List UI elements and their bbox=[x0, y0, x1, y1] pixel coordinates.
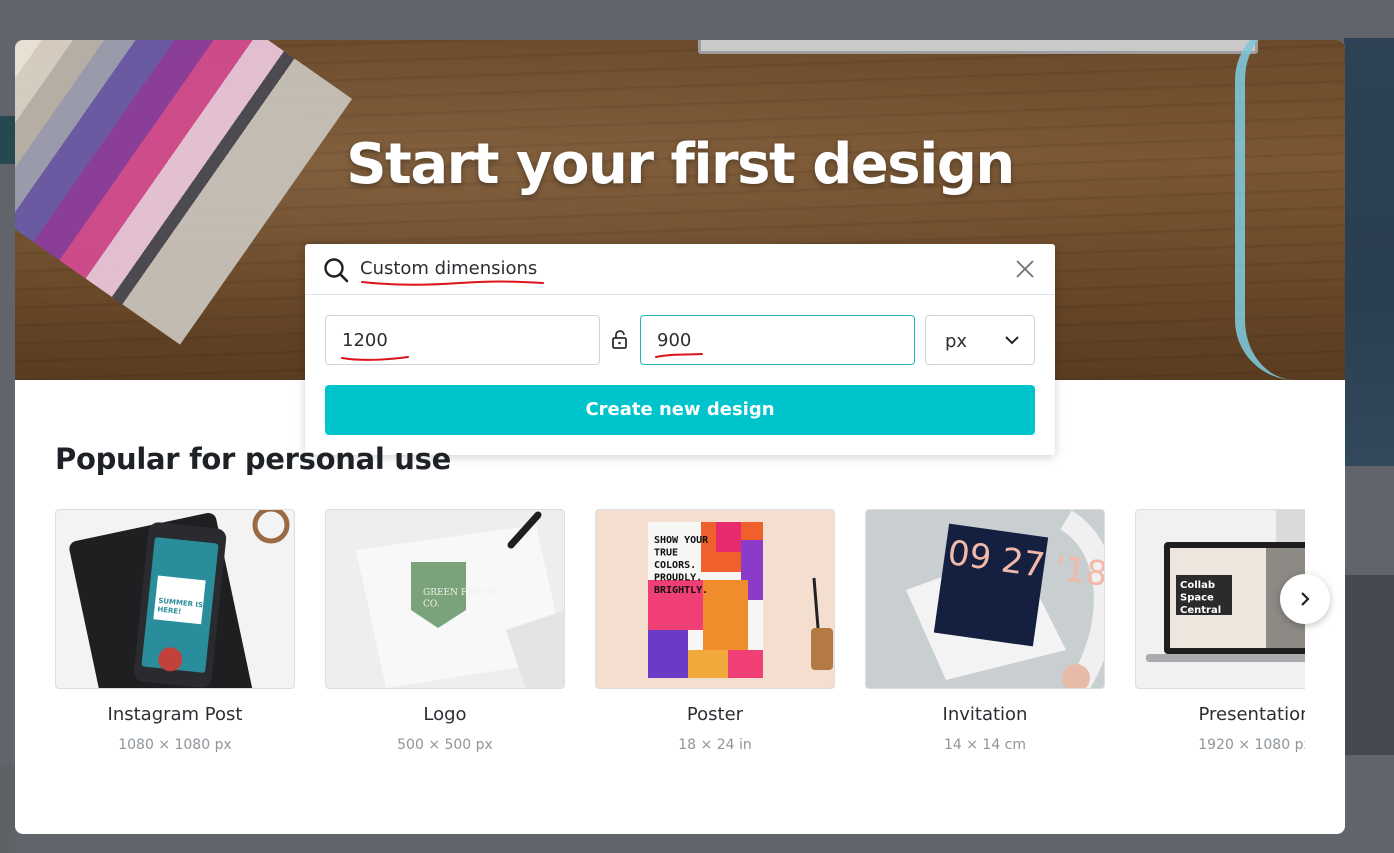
card-thumbnail: GREEN FRESH CO. bbox=[325, 509, 565, 689]
section-title: Popular for personal use bbox=[55, 442, 451, 476]
card-thumbnail: SUMMER ISHERE! bbox=[55, 509, 295, 689]
logo-thumbnail: GREEN FRESH CO. bbox=[356, 511, 564, 688]
card-name: Logo bbox=[423, 704, 467, 725]
design-card-presentation[interactable]: Collab Space Central Presentation 1920 × 1… bbox=[1135, 509, 1305, 769]
card-name: Instagram Post bbox=[107, 704, 243, 725]
unit-select[interactable]: px bbox=[925, 315, 1035, 365]
instagram-post-thumbnail: SUMMER ISHERE! bbox=[69, 510, 290, 688]
search-bar[interactable]: Custom dimensions bbox=[305, 244, 1055, 295]
card-size: 14 × 14 cm bbox=[943, 737, 1027, 753]
search-icon bbox=[324, 258, 349, 283]
create-new-design-button[interactable]: Create new design bbox=[325, 385, 1035, 435]
search-input[interactable]: Custom dimensions bbox=[360, 258, 537, 279]
card-name: Presentation bbox=[1198, 704, 1305, 725]
card-size: 1920 × 1080 px bbox=[1198, 737, 1305, 753]
annotation-underline bbox=[341, 356, 409, 361]
card-size: 500 × 500 px bbox=[397, 737, 493, 753]
card-name: Invitation bbox=[942, 704, 1028, 725]
card-thumbnail: 09 27 '18 bbox=[865, 509, 1105, 689]
search-panel: Custom dimensions 1200 900 px Create new… bbox=[305, 244, 1055, 455]
design-card-poster[interactable]: SHOW YOUR TRUE COLORS. PROUDLY. BRIGHTLY. Po… bbox=[595, 509, 835, 769]
annotation-underline bbox=[361, 280, 544, 286]
start-design-modal: Start your first design Custom dimension… bbox=[15, 40, 1345, 834]
hero-decor-cable bbox=[1235, 40, 1325, 380]
hero-title: Start your first design bbox=[346, 132, 1015, 197]
chevron-down-icon bbox=[1005, 336, 1019, 345]
card-size: 18 × 24 in bbox=[678, 737, 752, 753]
hero-decor-notebook bbox=[698, 40, 1258, 54]
poster-thumbnail: SHOW YOUR TRUE COLORS. PROUDLY. BRIGHTLY. bbox=[648, 522, 833, 678]
annotation-underline bbox=[655, 353, 703, 358]
card-size: 1080 × 1080 px bbox=[118, 737, 232, 753]
unit-select-value: px bbox=[945, 331, 968, 352]
close-icon[interactable] bbox=[1015, 259, 1035, 279]
card-name: Poster bbox=[686, 704, 744, 725]
chevron-right-icon bbox=[1301, 592, 1310, 606]
card-thumbnail: SHOW YOUR TRUE COLORS. PROUDLY. BRIGHTLY. bbox=[595, 509, 835, 689]
lock-icon[interactable] bbox=[609, 329, 631, 351]
design-card-logo[interactable]: GREEN FRESH CO. Logo 500 × 500 px bbox=[325, 509, 565, 769]
carousel-next-button[interactable] bbox=[1280, 574, 1330, 624]
design-card-instagram-post[interactable]: SUMMER ISHERE! Instagram Post 1080 × 108… bbox=[55, 509, 295, 769]
custom-dimensions-row: 1200 900 px bbox=[325, 315, 1035, 365]
design-type-carousel: SUMMER ISHERE! Instagram Post 1080 × 108… bbox=[55, 509, 1305, 769]
invitation-thumbnail: 09 27 '18 bbox=[906, 510, 1104, 688]
design-card-invitation[interactable]: 09 27 '18 Invitation 14 × 14 cm bbox=[865, 509, 1105, 769]
